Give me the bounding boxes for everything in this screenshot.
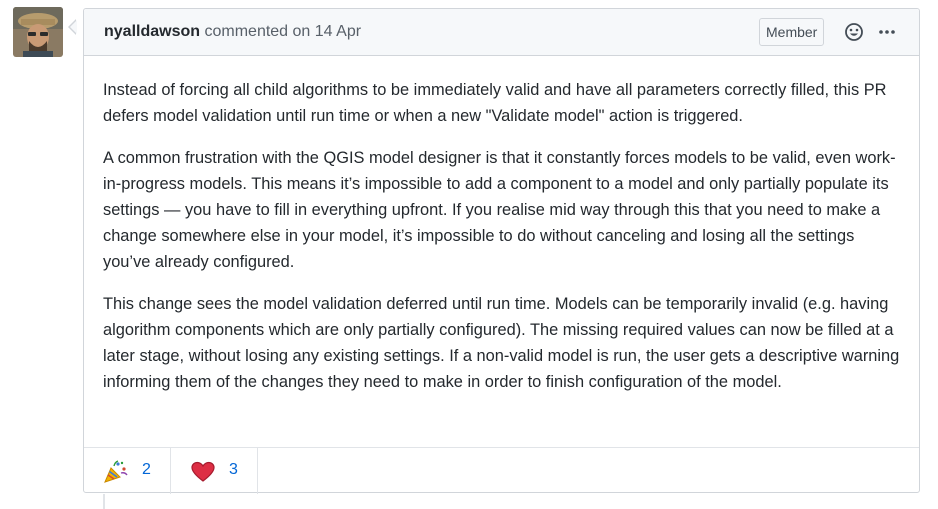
heart-icon (191, 461, 215, 482)
more-options-button[interactable] (877, 22, 897, 42)
comment-body: Instead of forcing all child algorithms … (84, 56, 919, 395)
comment-pointer-inner (70, 20, 77, 34)
comment-action: commented on (204, 23, 311, 40)
comment-box: nyalldawson commented on 14 Apr Member I… (68, 8, 920, 494)
reactions-bar: 2 3 (84, 447, 919, 494)
comment-paragraph: Instead of forcing all child algorithms … (103, 81, 887, 125)
reaction-count: 2 (142, 461, 151, 478)
kebab-horizontal-icon (879, 30, 895, 34)
add-reaction-button[interactable] (844, 22, 864, 42)
reaction-tada-button[interactable]: 2 (84, 448, 171, 494)
author-link[interactable]: nyalldawson (104, 23, 200, 40)
timeline-line (103, 494, 105, 509)
smiley-icon (845, 23, 863, 41)
comment-paragraph: A common frustration with the QGIS model… (103, 149, 896, 271)
reaction-count: 3 (229, 461, 238, 478)
comment-meta: nyalldawson commented on 14 Apr (104, 23, 361, 41)
tada-icon (104, 460, 128, 483)
comment-date[interactable]: 14 Apr (315, 23, 361, 40)
avatar[interactable] (13, 7, 63, 57)
comment-header: nyalldawson commented on 14 Apr Member (84, 9, 919, 56)
member-badge: Member (759, 18, 825, 46)
reaction-heart-button[interactable]: 3 (171, 448, 258, 494)
comment-paragraph: This change sees the model validation de… (103, 295, 900, 391)
